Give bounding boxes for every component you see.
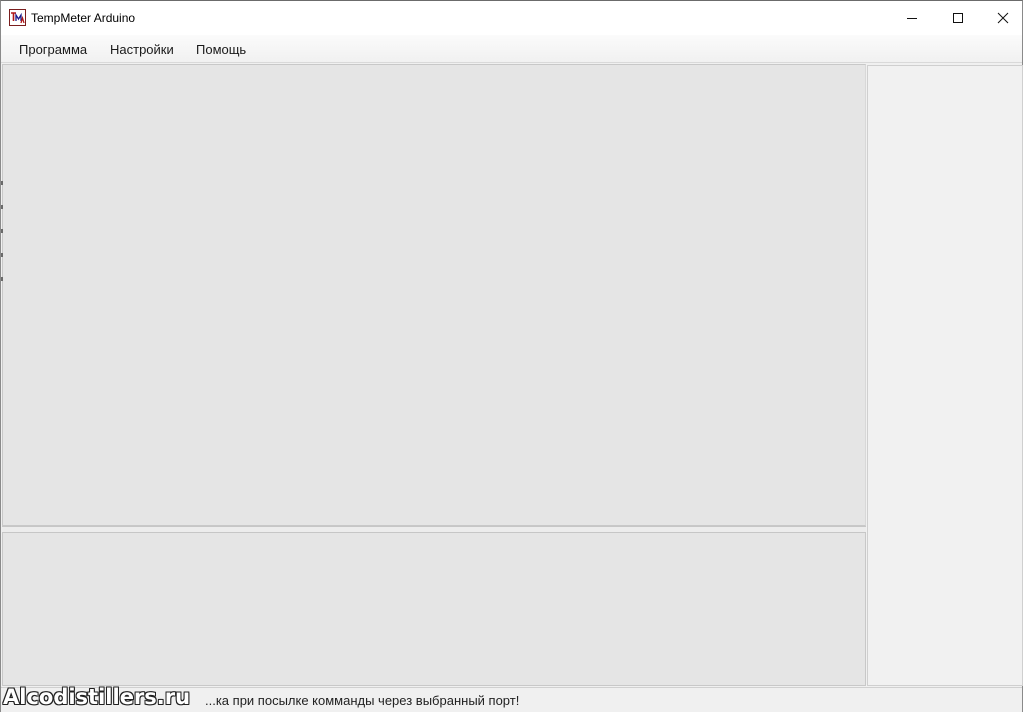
title-bar[interactable]: TempMeter Arduino (1, 1, 1022, 35)
menu-settings[interactable]: Настройки (110, 41, 174, 58)
menu-program[interactable]: Программа (19, 41, 87, 58)
sensor-side-panel[interactable] (867, 65, 1023, 686)
close-icon (997, 12, 1009, 23)
log-panel[interactable] (2, 533, 866, 686)
menu-bar: Программа Настройки Помощь (1, 35, 1022, 63)
status-message: ...ка при посылке комманды через выбранн… (205, 693, 520, 708)
minimize-icon (907, 17, 917, 19)
minimize-button[interactable] (889, 1, 935, 34)
watermark-logo: Alcodistillers.ru (3, 685, 191, 709)
app-window: TempMeter Arduino Программа Настройки По… (0, 0, 1023, 712)
panel-splitter[interactable] (2, 526, 866, 533)
window-title: TempMeter Arduino (31, 11, 136, 25)
main-chart-panel[interactable] (2, 64, 866, 526)
maximize-icon (953, 12, 963, 23)
maximize-button[interactable] (935, 1, 981, 34)
left-edge-markers (1, 181, 3, 291)
menu-help[interactable]: Помощь (196, 41, 246, 58)
close-button[interactable] (980, 1, 1023, 34)
app-icon[interactable] (9, 9, 26, 26)
